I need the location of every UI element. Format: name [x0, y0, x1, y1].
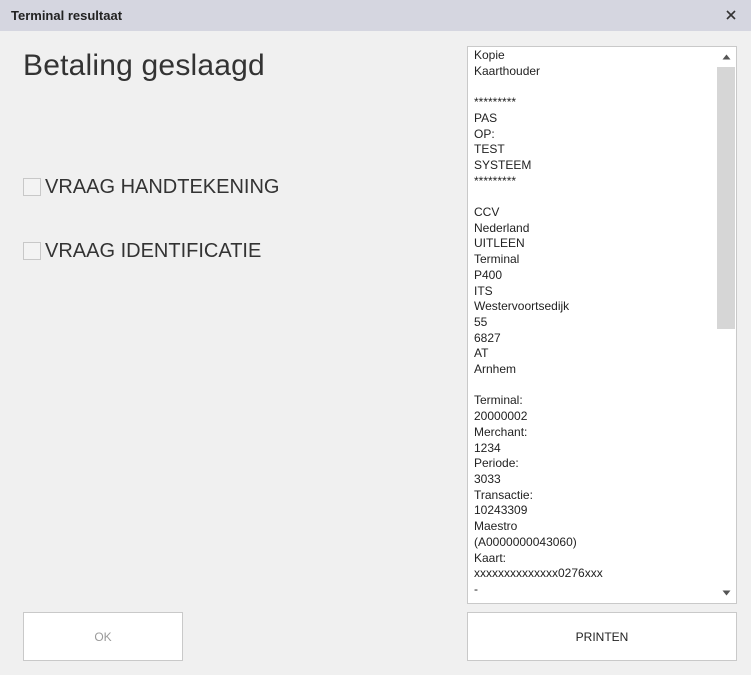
- page-title: Betaling geslaagd: [23, 49, 265, 82]
- print-button[interactable]: PRINTEN: [467, 612, 737, 661]
- scroll-up-button[interactable]: [716, 47, 736, 67]
- checkbox-box[interactable]: [23, 242, 41, 260]
- receipt-text: Kopie Kaarthouder ********* PAS OP: TEST…: [474, 48, 603, 596]
- title-bar: Terminal resultaat: [0, 0, 751, 31]
- scroll-down-button[interactable]: [716, 583, 736, 603]
- chevron-down-icon: [722, 590, 730, 596]
- checkbox-vraag-handtekening[interactable]: VRAAG HANDTEKENING: [23, 175, 279, 199]
- scrollbar-thumb[interactable]: [717, 67, 735, 329]
- checkbox-label: VRAAG HANDTEKENING: [45, 175, 280, 198]
- close-button[interactable]: [720, 4, 742, 26]
- checkbox-box[interactable]: [23, 178, 41, 196]
- vertical-scrollbar[interactable]: [716, 47, 736, 603]
- chevron-up-icon: [722, 54, 730, 60]
- ok-button[interactable]: OK: [23, 612, 183, 661]
- checkbox-vraag-identificatie[interactable]: VRAAG IDENTIFICATIE: [23, 239, 261, 263]
- checkbox-label: VRAAG IDENTIFICATIE: [45, 239, 262, 262]
- receipt-textbox[interactable]: Kopie Kaarthouder ********* PAS OP: TEST…: [467, 46, 737, 604]
- close-icon: [726, 10, 736, 20]
- window-title: Terminal resultaat: [11, 8, 123, 23]
